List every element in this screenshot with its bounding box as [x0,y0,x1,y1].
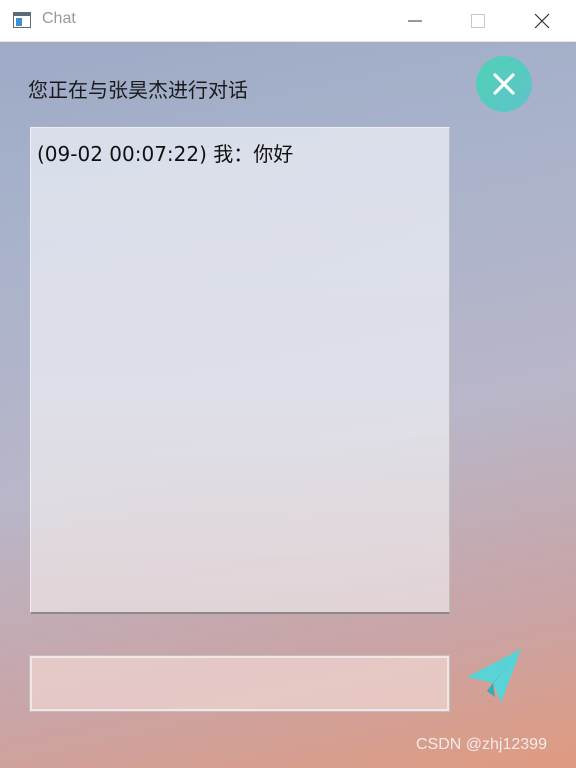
minimize-button[interactable] [385,0,445,42]
maximize-icon [471,14,485,28]
conversation-heading: 您正在与张昊杰进行对话 [28,78,248,102]
window-title: Chat [42,10,76,27]
watermark: CSDN @zhj12399 [416,736,547,753]
chat-window: Chat 您正在与张昊杰进行对话 (09-02 00:07:22) 我：你好 C… [0,0,576,768]
chat-history[interactable]: (09-02 00:07:22) 我：你好 [30,127,450,614]
maximize-button [448,0,508,42]
close-icon [493,73,515,95]
paper-plane-icon [467,649,521,703]
close-chat-button[interactable] [476,56,532,112]
minimize-icon [408,20,422,22]
app-window-icon [13,12,31,28]
title-bar[interactable]: Chat [0,0,576,42]
window-close-button[interactable] [512,0,572,42]
close-icon [534,13,550,29]
send-button[interactable] [464,646,524,706]
chat-panel: 您正在与张昊杰进行对话 (09-02 00:07:22) 我：你好 CSDN @… [0,42,576,768]
message-input[interactable] [29,655,450,712]
chat-message: (09-02 00:07:22) 我：你好 [37,142,294,166]
